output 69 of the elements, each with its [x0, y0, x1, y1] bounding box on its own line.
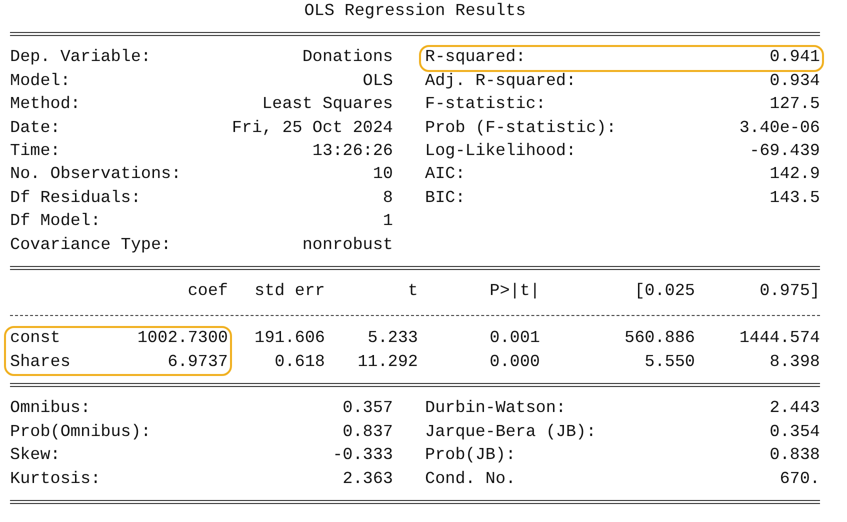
table-cell-text: 5.233 — [366, 328, 418, 350]
diagnostic-label: Omnibus: — [10, 398, 91, 420]
diagnostic-label: Prob(Omnibus): — [10, 422, 151, 444]
fit-stat-label: F-statistic: — [425, 94, 546, 116]
diagnostic-label: Cond. No. — [425, 468, 516, 491]
diagnostic-value: 0.837 — [342, 422, 393, 444]
table-cell-text: 560.886 — [624, 328, 695, 350]
model-info-label: Model: — [10, 70, 70, 93]
fit-stat-value: 142.9 — [770, 164, 820, 186]
model-info-value: Donations — [302, 47, 393, 70]
fit-stat-value: 3.40e-06 — [739, 118, 820, 140]
model-info-label: Df Residuals: — [10, 188, 141, 210]
diagnostic-value: 670. — [780, 468, 820, 491]
column-header: coef — [186, 281, 228, 304]
diagnostic-label: Durbin-Watson: — [425, 398, 566, 420]
model-info-value: Least Squares — [262, 94, 393, 116]
fit-stat-value: 0.934 — [770, 70, 820, 93]
diagnostic-value: 0.354 — [770, 422, 820, 444]
coefficient-name: Shares — [10, 352, 72, 374]
table-cell-text: 1002.7300 — [136, 328, 228, 350]
model-info-label: Dep. Variable: — [10, 47, 151, 70]
fit-stat-value: -69.439 — [750, 141, 820, 164]
model-info-label: Method: — [10, 94, 80, 116]
model-info-label: Time: — [10, 141, 60, 164]
model-info-value: 8 — [382, 188, 393, 210]
table-cell-text: 191.606 — [254, 328, 325, 350]
table-cell-text: 0.618 — [274, 352, 325, 374]
diagnostic-label: Kurtosis: — [10, 468, 101, 491]
model-info-value: 10 — [372, 164, 393, 186]
fit-stat-value: 143.5 — [770, 188, 820, 210]
model-info-label: Df Model: — [10, 211, 101, 234]
table-title: OLS Regression Results — [303, 1, 527, 23]
column-header: std err — [254, 281, 325, 304]
fit-stat-label: Adj. R-squared: — [425, 70, 576, 93]
model-info-value: 1 — [382, 211, 393, 234]
table-cell-text: 0.001 — [488, 328, 540, 350]
table-cell-text: 0.000 — [488, 352, 540, 374]
table-cell-text: 1444.574 — [738, 328, 820, 350]
fit-stat-label: Log-Likelihood: — [425, 141, 576, 164]
fit-stat-label: AIC: — [425, 164, 466, 186]
diagnostic-label: Skew: — [10, 445, 60, 468]
model-info-label: Covariance Type: — [10, 234, 172, 257]
fit-stat-label: Prob (F-statistic): — [425, 118, 616, 140]
table-cell-text: 11.292 — [356, 352, 418, 374]
model-info-label: No. Observations: — [10, 164, 182, 186]
diagnostic-label: Jarque-Bera (JB): — [425, 422, 596, 444]
fit-stat-label: R-squared: — [425, 47, 526, 70]
column-header: 0.975] — [758, 281, 820, 304]
fit-stat-value: 127.5 — [770, 94, 820, 116]
model-info-value: 13:26:26 — [312, 141, 393, 164]
table-cell-text: 5.550 — [644, 352, 695, 374]
diagnostic-value: 2.443 — [770, 398, 820, 420]
coefficient-name: const — [10, 328, 62, 350]
table-cell-text: 8.398 — [768, 352, 820, 374]
model-info-value: nonrobust — [302, 234, 393, 257]
model-info-value: OLS — [362, 70, 393, 93]
column-header: t — [406, 281, 418, 304]
diagnostic-label: Prob(JB): — [425, 445, 516, 468]
diagnostic-value: 2.363 — [342, 468, 393, 491]
column-header: [0.025 — [634, 281, 695, 304]
diagnostic-value: -0.333 — [332, 445, 393, 468]
column-header: P>|t| — [488, 281, 540, 304]
model-info-label: Date: — [10, 118, 60, 140]
table-cell-text: 6.9737 — [166, 352, 228, 374]
model-info-value: Fri, 25 Oct 2024 — [232, 118, 393, 140]
fit-stat-value: 0.941 — [770, 47, 820, 70]
fit-stat-label: BIC: — [425, 188, 466, 210]
diagnostic-value: 0.357 — [342, 398, 393, 420]
diagnostic-value: 0.838 — [770, 445, 820, 468]
